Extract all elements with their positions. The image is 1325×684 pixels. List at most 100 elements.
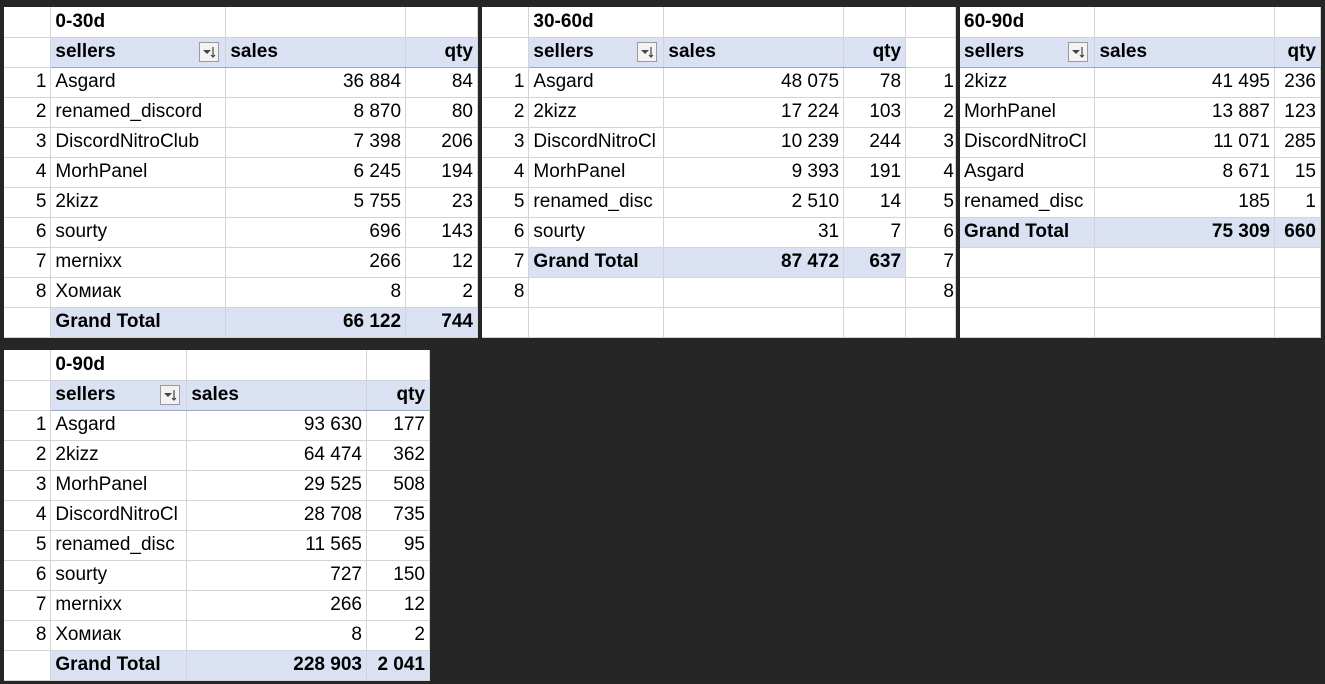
sales-cell: 41 495: [1094, 67, 1275, 98]
empty-cell: [528, 277, 665, 308]
row-index: 3: [943, 131, 954, 152]
table-row: 6 sourty 696 143: [4, 217, 478, 248]
sales-cell: 696: [225, 217, 407, 248]
table-row: 3 DiscordNitroClub 7 398 206: [4, 127, 478, 158]
empty-row: [960, 307, 1321, 338]
empty-row: [960, 247, 1321, 278]
pivot-panel-0-90d: 0-90d sellers sales qty 1 Asgard 93 630 177…: [4, 350, 431, 681]
row-index: 4: [4, 500, 52, 531]
empty-cell: [663, 277, 845, 308]
row-index: 3: [4, 127, 52, 158]
filter-sort-dropdown-icon[interactable]: [160, 385, 181, 405]
pivot-panel-30-60d: 30-60d sellers sales qty 1 Asgard 48 075 78…: [482, 7, 956, 338]
filter-sort-dropdown-icon[interactable]: [1068, 42, 1089, 62]
empty-cell: [843, 7, 907, 38]
table-row: 1 Asgard 48 075 78: [482, 67, 956, 98]
table-row: 3 MorhPanel 29 525 508: [4, 470, 431, 501]
qty-cell: 143: [405, 217, 478, 248]
table-row: 7 mernixx 266 12: [4, 247, 478, 278]
table-row: 4 MorhPanel 6 245 194: [4, 157, 478, 188]
row-index: 3: [482, 127, 530, 158]
pivot-title: 0-30d: [50, 7, 227, 38]
qty-cell: 194: [405, 157, 478, 188]
sellers-header-label: sellers: [964, 41, 1025, 62]
row-index: 8: [482, 277, 530, 308]
empty-cell: [1094, 247, 1275, 278]
table-row: renamed_disc 185 1: [960, 187, 1321, 218]
empty-cell: [905, 307, 956, 338]
empty-cell: [366, 350, 431, 381]
empty-cell: [960, 307, 1096, 338]
empty-cell: [663, 307, 845, 338]
seller-cell: DiscordNitroClub: [50, 127, 227, 158]
table-row: 2kizz 41 495 236: [960, 67, 1321, 98]
table-row: 2 2kizz 64 474 362: [4, 440, 431, 471]
grand-total-qty: 744: [405, 306, 478, 338]
pivot-title-row: 60-90d: [960, 7, 1321, 38]
row-index: 7: [4, 247, 52, 278]
empty-cell: [1094, 307, 1275, 338]
row-index: 5: [943, 191, 954, 212]
qty-cell: 1: [1274, 187, 1321, 218]
sales-cell: 8 870: [225, 97, 407, 128]
sales-cell: 2 510: [663, 187, 845, 218]
table-row: 4 MorhPanel 9 393 191: [482, 157, 956, 188]
row-index: 6: [482, 217, 530, 248]
sales-cell: 266: [186, 590, 367, 621]
empty-cell: [186, 350, 367, 381]
qty-cell: 735: [366, 500, 431, 531]
qty-cell: 7: [843, 217, 907, 248]
sellers-header: sellers: [960, 37, 1096, 68]
empty-cell: [1094, 7, 1275, 38]
qty-header: qty: [843, 37, 907, 68]
qty-cell: 206: [405, 127, 478, 158]
row-index-cell: [4, 650, 52, 681]
sales-cell: 10 239: [663, 127, 845, 158]
table-row: 4 DiscordNitroCl 28 708 735: [4, 500, 431, 531]
filter-sort-dropdown-icon[interactable]: [199, 42, 220, 62]
grand-total-label: Grand Total: [50, 649, 188, 681]
seller-cell: sourty: [528, 217, 665, 248]
row-index-column-60-90d: 1 2 3 4 5 6 7 8: [910, 67, 958, 307]
seller-cell: renamed_disc: [528, 187, 665, 218]
qty-cell: 177: [366, 410, 431, 441]
sellers-header-label: sellers: [55, 384, 116, 405]
sales-header: sales: [663, 37, 845, 68]
seller-cell: 2kizz: [960, 67, 1096, 98]
table-row: 7 mernixx 266 12: [4, 590, 431, 621]
seller-cell: 2kizz: [528, 97, 665, 128]
seller-cell: Asgard: [50, 67, 227, 98]
pivot-table-30-60d: 30-60d sellers sales qty 1 Asgard 48 075 78…: [482, 7, 956, 338]
sellers-header-label: sellers: [533, 41, 594, 62]
empty-cell: [528, 307, 665, 338]
sales-cell: 5 755: [225, 187, 407, 218]
sales-cell: 48 075: [663, 67, 845, 98]
empty-cell: [1274, 277, 1321, 308]
grand-total-qty: 637: [843, 246, 907, 278]
empty-cell: [1094, 277, 1275, 308]
table-row: 2 2kizz 17 224 103: [482, 97, 956, 128]
row-index: 1: [4, 67, 52, 98]
row-index: 4: [943, 161, 954, 182]
sellers-header-label: sellers: [55, 41, 116, 62]
sellers-header: sellers: [528, 37, 665, 68]
pivot-header-row: sellers sales qty: [960, 37, 1321, 68]
row-index: 2: [4, 97, 52, 128]
row-index-cell: [482, 37, 530, 68]
seller-cell: renamed_disc: [50, 530, 188, 561]
filter-sort-dropdown-icon[interactable]: [637, 42, 658, 62]
sales-cell: 266: [225, 247, 407, 278]
qty-cell: 362: [366, 440, 431, 471]
qty-cell: 508: [366, 470, 431, 501]
empty-row: 8: [482, 277, 956, 308]
row-index: 2: [4, 440, 52, 471]
pivot-header-row: sellers sales qty: [4, 37, 478, 68]
seller-cell: DiscordNitroCl: [960, 127, 1096, 158]
sales-cell: 6 245: [225, 157, 407, 188]
empty-cell: [843, 277, 907, 308]
empty-cell: [1274, 7, 1321, 38]
grand-total-sales: 228 903: [186, 649, 367, 681]
empty-cell: [960, 247, 1096, 278]
table-row: 3 DiscordNitroCl 10 239 244: [482, 127, 956, 158]
qty-cell: 123: [1274, 97, 1321, 128]
